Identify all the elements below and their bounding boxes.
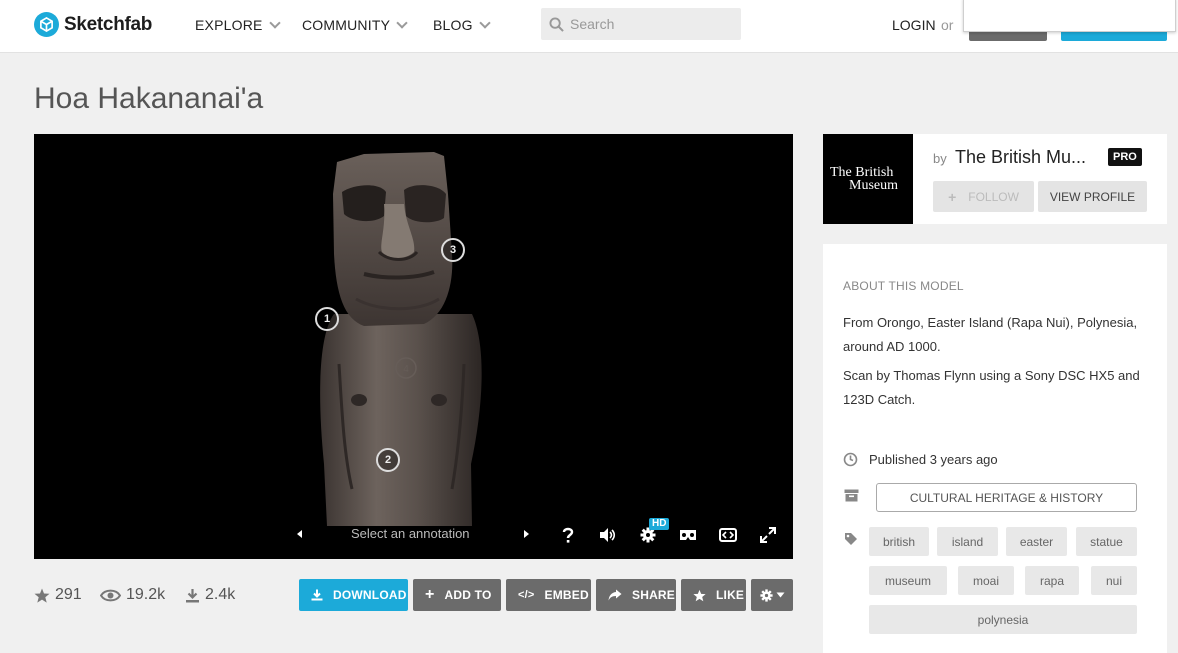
help-icon[interactable] [561,527,575,543]
model-title: Hoa Hakananai'a [34,82,264,115]
eye-icon [100,589,121,601]
tag-chip[interactable]: british [869,527,929,556]
fullscreen-icon[interactable] [760,527,776,543]
share-button[interactable]: SHARE [596,579,676,611]
embed-button[interactable]: </> EMBED [506,579,591,611]
tag-chip[interactable]: polynesia [869,605,1137,634]
add-to-button[interactable]: + ADD TO [413,579,501,611]
downloads-count: 2.4k [205,586,236,603]
author-name-link[interactable]: The British Mu... [955,147,1086,168]
embed-label: EMBED [544,588,589,602]
description-line: From Orongo, Easter Island (Rapa Nui), P… [843,315,1138,330]
plus-icon: + [948,188,957,205]
chevron-down-icon [396,16,408,29]
likes-count: 291 [55,586,82,603]
top-header: Sketchfab EXPLORE COMMUNITY BLOG LOGIN o… [0,0,1178,53]
prev-annotation-icon[interactable] [295,529,305,539]
tag-chip[interactable]: easter [1006,527,1067,556]
moai-statue-render: 4 [320,152,482,526]
share-arrow-icon [608,589,622,601]
nav-blog[interactable]: BLOG [433,16,491,33]
chevron-down-icon [479,16,491,29]
chevron-down-icon [268,16,281,29]
nav-explore[interactable]: EXPLORE [195,16,281,33]
about-heading: ABOUT THIS MODEL [843,279,964,293]
pro-badge: PRO [1108,148,1142,166]
search-box[interactable] [541,8,741,40]
nav-community-label: COMMUNITY [302,17,391,33]
widescreen-icon[interactable] [719,528,737,542]
clock-icon [843,452,858,467]
download-icon [186,588,199,602]
logo-line-2: Museum [849,178,898,193]
by-label: by [933,151,947,166]
views-count: 19.2k [126,586,166,603]
annotation-4-label: 4 [403,364,409,375]
description-line: Scan by Thomas Flynn using a Sony DSC HX… [843,368,1140,383]
tag-icon [845,533,857,545]
annotation-hotspot-1[interactable]: 1 [315,307,339,331]
tag-chip[interactable]: island [937,527,998,556]
add-to-label: ADD TO [444,588,492,602]
downloads-stat: 2.4k [185,586,235,604]
download-button[interactable]: DOWNLOAD [299,579,408,611]
tag-chip[interactable]: moai [958,566,1014,595]
vr-headset-icon[interactable] [679,528,697,542]
tag-chip[interactable]: rapa [1025,566,1079,595]
follow-button[interactable]: + FOLLOW [933,181,1034,212]
category-box-icon [844,489,859,502]
description-line: around AD 1000. [843,339,941,354]
gear-icon [760,588,773,602]
follow-label: FOLLOW [968,189,1019,204]
british-museum-logo[interactable]: The British Museum [823,134,913,224]
search-input[interactable] [570,16,730,32]
description-line: 123D Catch. [843,392,916,407]
login-link[interactable]: LOGIN [892,17,936,33]
nav-community[interactable]: COMMUNITY [302,16,408,33]
nav-explore-label: EXPLORE [195,17,263,33]
like-button[interactable]: LIKE [681,579,746,611]
annotation-hotspot-2[interactable]: 2 [376,448,400,472]
published-date: Published 3 years ago [869,452,998,467]
like-label: LIKE [716,588,745,602]
download-label: DOWNLOAD [333,588,407,602]
sound-icon[interactable] [599,527,617,543]
3d-viewer[interactable]: 4 1 2 3 Select an annotation HD [34,134,793,559]
sketchfab-logo[interactable]: Sketchfab [34,12,152,37]
search-icon [549,16,564,32]
nav-blog-label: BLOG [433,17,473,33]
code-icon: </> [518,589,535,601]
download-icon [311,589,323,601]
more-options-button[interactable] [751,579,793,611]
likes-stat: 291 [34,586,82,604]
plus-icon: + [425,586,435,603]
about-card: ABOUT THIS MODEL From Orongo, Easter Isl… [823,244,1167,653]
annotation-hotspot-3[interactable]: 3 [441,238,465,262]
caret-down-icon [776,592,785,598]
views-stat: 19.2k [100,586,165,604]
sketchfab-cube-icon [34,12,59,37]
author-card: The British Museum by The British Mu... … [823,134,1167,224]
hd-badge: HD [649,518,670,530]
tag-chip[interactable]: statue [1076,527,1137,556]
tag-chip[interactable]: museum [869,566,947,595]
category-button[interactable]: CULTURAL HERITAGE & HISTORY [876,483,1137,512]
star-icon [693,589,706,601]
dropdown-popup [963,0,1176,32]
tag-chip[interactable]: nui [1091,566,1137,595]
or-text: or [941,17,954,33]
logo-wordmark: Sketchfab [64,13,153,35]
view-profile-button[interactable]: VIEW PROFILE [1038,181,1147,212]
star-icon [34,588,50,603]
next-annotation-icon[interactable] [521,529,531,539]
share-label: SHARE [632,588,676,602]
annotation-selector[interactable]: Select an annotation [351,526,470,541]
